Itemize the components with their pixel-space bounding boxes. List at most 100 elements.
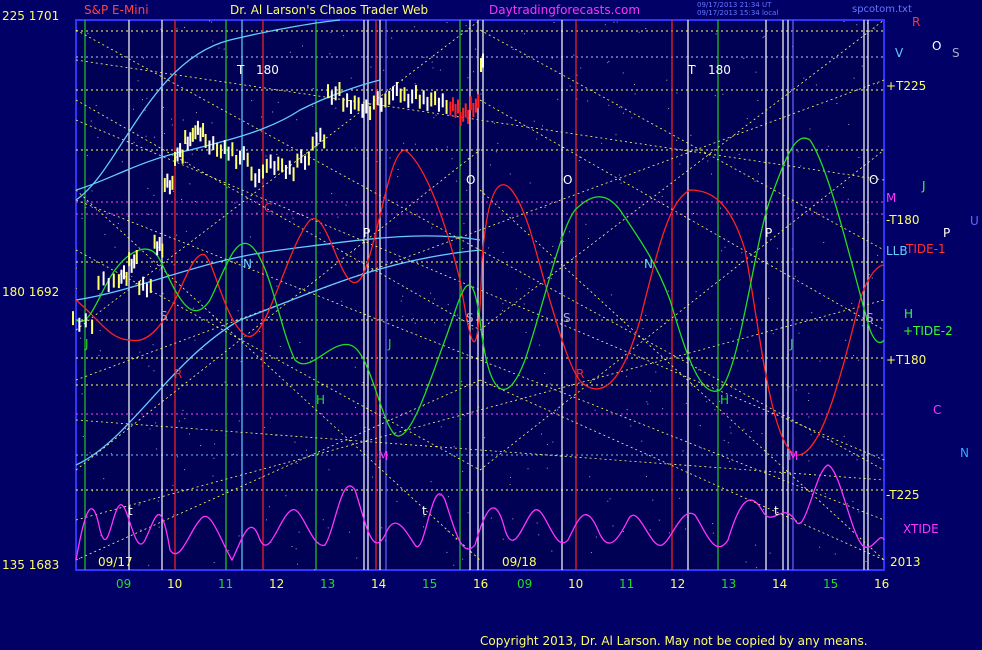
star-dot: [843, 435, 845, 437]
site-link[interactable]: Daytradingforecasts.com: [489, 3, 640, 17]
price-bar: [227, 146, 230, 161]
star-dot: [453, 564, 455, 566]
star-dot: [512, 518, 514, 520]
copyright-notice: Copyright 2013, Dr. Al Larson. May not b…: [480, 634, 868, 648]
star-dot: [160, 28, 162, 30]
star-dot: [587, 238, 589, 240]
star-dot: [769, 552, 771, 554]
star-dot: [400, 300, 402, 302]
star-dot: [276, 285, 278, 287]
star-dot: [706, 401, 708, 403]
price-bar: [156, 241, 159, 256]
star-dot: [370, 66, 372, 68]
star-dot: [622, 112, 624, 114]
star-dot: [763, 35, 765, 37]
price-bar: [166, 173, 169, 188]
chart-marker-t: T: [236, 63, 245, 77]
star-dot: [335, 107, 337, 109]
star-dot: [608, 104, 610, 106]
star-dot: [389, 157, 391, 159]
price-bar: [414, 85, 417, 100]
star-dot: [200, 445, 202, 447]
star-dot: [858, 511, 860, 513]
star-dot: [848, 124, 850, 126]
star-dot: [607, 500, 609, 502]
right-label: LLB: [886, 244, 908, 258]
price-bar: [223, 140, 226, 155]
price-bar: [107, 278, 110, 293]
star-dot: [845, 339, 847, 341]
star-dot: [266, 519, 268, 521]
star-dot: [815, 84, 817, 86]
price-bar: [231, 142, 234, 157]
star-dot: [299, 341, 301, 343]
star-dot: [354, 366, 356, 368]
star-dot: [475, 48, 477, 50]
price-bar: [176, 147, 179, 162]
price-bar: [163, 178, 166, 193]
star-dot: [502, 302, 504, 304]
star-dot: [580, 67, 582, 69]
star-dot: [461, 380, 463, 382]
x-tick-label: 09: [517, 577, 532, 591]
star-dot: [195, 112, 197, 114]
star-dot: [269, 417, 271, 419]
price-bar: [161, 243, 164, 258]
star-dot: [292, 217, 294, 219]
star-dot: [552, 441, 554, 443]
star-dot: [762, 37, 764, 39]
star-dot: [692, 213, 694, 215]
star-dot: [76, 287, 78, 289]
star-dot: [446, 551, 448, 553]
star-dot: [462, 558, 464, 560]
price-bar: [130, 258, 133, 273]
star-dot: [641, 440, 643, 442]
star-dot: [348, 531, 350, 533]
timestamp-ut: 09/17/2013 21:34 UT: [697, 1, 772, 9]
star-dot: [682, 450, 684, 452]
price-bar: [128, 252, 131, 267]
symbol-label: S&P E-Mini: [84, 3, 149, 17]
price-bar: [269, 154, 272, 169]
chart-marker-j: J: [84, 337, 89, 351]
star-dot: [852, 500, 854, 502]
star-dot: [142, 99, 144, 101]
star-dot: [82, 435, 84, 437]
star-dot: [271, 111, 273, 113]
chart-marker-o: O: [869, 173, 878, 187]
star-dot: [557, 98, 559, 100]
star-dot: [182, 409, 184, 411]
star-dot: [738, 153, 740, 155]
star-dot: [569, 85, 571, 87]
star-dot: [652, 499, 654, 501]
star-dot: [553, 21, 555, 23]
x-tick-label: 09: [116, 577, 131, 591]
price-bar: [273, 161, 276, 176]
star-dot: [569, 231, 571, 233]
price-bar: [123, 265, 125, 280]
star-dot: [509, 484, 511, 486]
star-dot: [181, 198, 183, 200]
price-bar: [212, 136, 215, 151]
star-dot: [455, 180, 457, 182]
x-tick-label: 13: [320, 577, 335, 591]
star-dot: [490, 517, 492, 519]
chart-marker-t: t: [774, 504, 779, 518]
star-dot: [618, 106, 620, 108]
star-dot: [153, 370, 155, 372]
star-dot: [727, 442, 729, 444]
star-dot: [612, 525, 614, 527]
price-bar: [142, 276, 145, 291]
star-dot: [176, 28, 178, 30]
price-bar: [102, 271, 105, 286]
price-bar: [189, 132, 192, 147]
star-dot: [540, 433, 542, 435]
x-tick-label: 10: [167, 577, 182, 591]
star-dot: [502, 538, 504, 540]
star-dot: [90, 120, 92, 122]
star-dot: [139, 503, 141, 505]
star-dot: [808, 392, 810, 394]
star-dot: [861, 65, 863, 67]
star-dot: [551, 550, 553, 552]
star-dot: [139, 351, 141, 353]
